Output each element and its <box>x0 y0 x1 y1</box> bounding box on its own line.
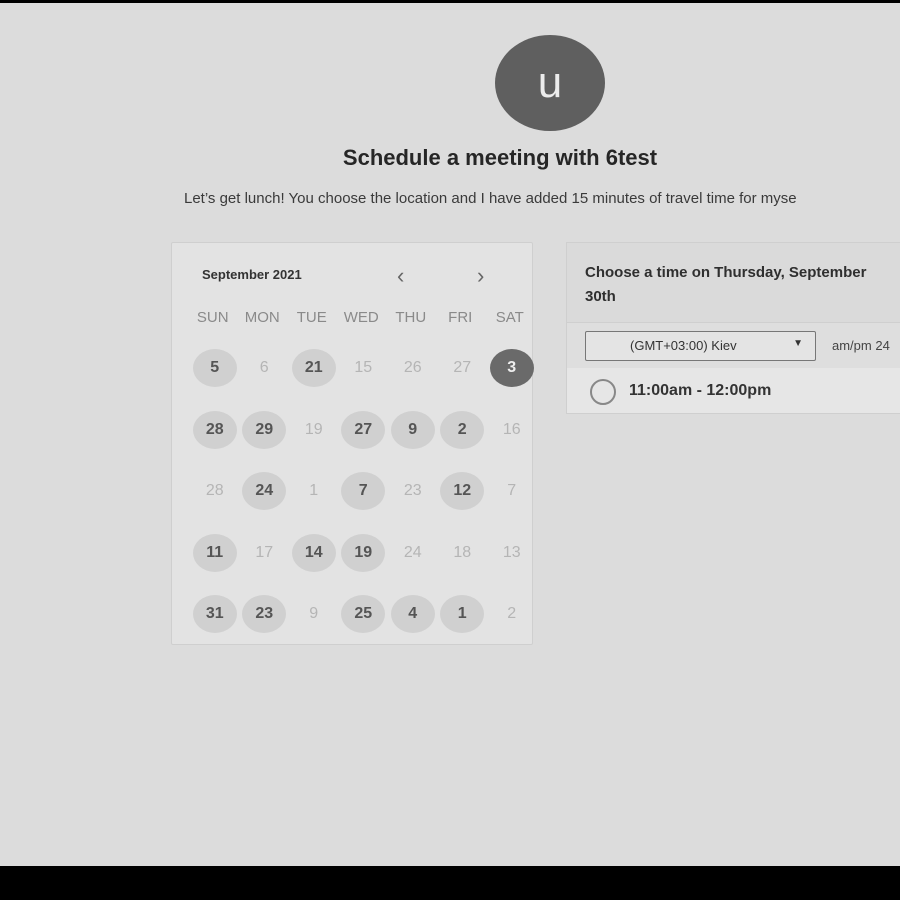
page-title: Schedule a meeting with 6test <box>342 145 658 170</box>
calendar-day-available[interactable]: 25 <box>341 595 386 633</box>
calendar-day-available[interactable]: 19 <box>341 533 386 572</box>
time-heading: Choose a time on Thursday, September 30t… <box>567 243 900 323</box>
weekday-label: MON <box>244 309 280 326</box>
calendar-day-available[interactable]: 12 <box>440 472 485 510</box>
calendar-day-disabled: 19 <box>304 420 323 438</box>
calendar-day-available[interactable]: 29 <box>242 410 287 449</box>
calendar-day-disabled: 17 <box>255 543 274 561</box>
timezone-select[interactable]: (GMT+03:00) Kiev ▼ <box>585 331 816 361</box>
calendar-week: 11 17 14 19 24 18 13 <box>190 533 537 572</box>
prev-month-button[interactable]: ‹ <box>397 263 404 289</box>
time-slot[interactable]: 11:00am - 12:00pm <box>567 368 900 414</box>
calendar-week: 28 24 1 7 23 12 7 <box>190 472 537 510</box>
calendar-day-available[interactable]: 28 <box>192 410 237 449</box>
calendar-day-available[interactable]: 27 <box>341 410 386 449</box>
calendar-day-disabled: 6 <box>259 359 269 376</box>
calendar-day-disabled: 24 <box>403 543 422 561</box>
calendar-day-disabled: 1 <box>309 482 319 499</box>
calendar-day-available[interactable]: 23 <box>242 595 287 633</box>
calendar-day-available[interactable]: 5 <box>192 349 237 387</box>
calendar-day-available[interactable]: 2 <box>440 410 485 449</box>
weekday-label: SUN <box>196 309 229 326</box>
description: Let’s get lunch! You choose the location… <box>184 190 797 207</box>
next-month-button[interactable]: › <box>477 263 484 289</box>
weekday-header: SUN MON TUE WED THU FRI SAT <box>188 309 535 326</box>
weekday-label: FRI <box>448 309 473 326</box>
calendar-day-available[interactable]: 14 <box>291 533 336 572</box>
calendar-week: 28 29 19 27 9 2 16 <box>190 410 537 449</box>
calendar-day-disabled: 18 <box>453 543 472 561</box>
calendar-day-disabled: 26 <box>403 359 422 376</box>
calendar-day-disabled: 2 <box>507 605 517 622</box>
time-slot-label: 11:00am - 12:00pm <box>629 382 772 399</box>
calendar-day-available[interactable]: 21 <box>291 349 336 387</box>
calendar-week: 31 23 9 25 4 1 2 <box>190 595 537 633</box>
calendar-day-selected[interactable]: 3 <box>489 349 534 387</box>
calendar-day-available[interactable]: 9 <box>390 410 435 449</box>
month-label: September 2021 <box>202 267 302 282</box>
weekday-label: TUE <box>296 309 327 326</box>
avatar: u <box>495 35 605 131</box>
radio-button[interactable] <box>590 379 616 405</box>
calendar-day-available[interactable]: 1 <box>440 595 485 633</box>
calendar-day-disabled: 23 <box>403 482 422 499</box>
bottom-bar <box>0 866 900 900</box>
calendar-day-disabled: 13 <box>502 543 521 561</box>
weekday-label: WED <box>343 309 379 326</box>
calendar: September 2021 ‹ › SUN MON TUE WED THU FRI SAT… <box>171 242 535 645</box>
timezone-row: (GMT+03:00) Kiev ▼ am/pm 24 <box>567 323 900 368</box>
calendar-day-disabled: 15 <box>354 359 373 376</box>
time-panel: Choose a time on Thursday, September 30t… <box>566 242 900 414</box>
calendar-day-available[interactable]: 31 <box>192 595 237 633</box>
timezone-value: (GMT+03:00) Kiev <box>630 338 737 353</box>
calendar-day-disabled: 27 <box>453 359 472 376</box>
caret-down-icon: ▼ <box>793 338 803 349</box>
weekday-label: SAT <box>495 309 524 326</box>
calendar-day-disabled: 16 <box>502 420 521 438</box>
calendar-day-disabled: 7 <box>507 482 517 499</box>
calendar-day-available[interactable]: 4 <box>390 595 435 633</box>
weekday-label: THU <box>395 309 427 326</box>
calendar-day-available[interactable]: 24 <box>242 472 287 510</box>
calendar-day-disabled: 28 <box>205 482 224 499</box>
calendar-day-disabled: 9 <box>309 605 319 622</box>
page: u Schedule a meeting with 6test Let’s ge… <box>0 3 900 866</box>
time-format-toggle[interactable]: am/pm 24 <box>832 338 890 353</box>
calendar-day-available[interactable]: 7 <box>341 472 386 510</box>
calendar-day-available[interactable]: 11 <box>192 533 237 572</box>
calendar-week: 5 6 21 15 26 27 3 <box>190 349 537 387</box>
